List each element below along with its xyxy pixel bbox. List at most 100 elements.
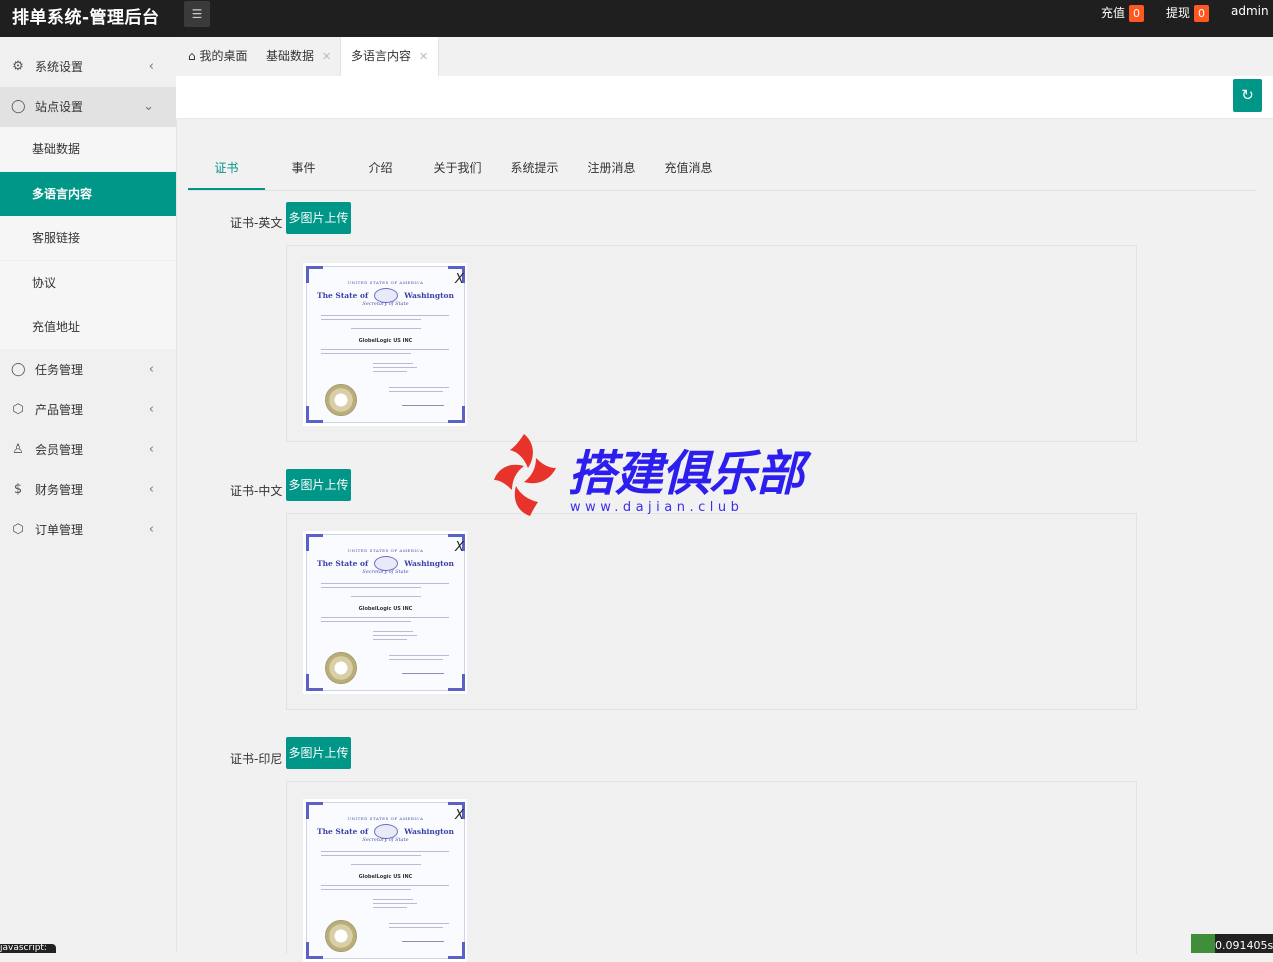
recharge-link[interactable]: 充值 0 — [1101, 4, 1144, 22]
refresh-button[interactable]: ↻ — [1233, 79, 1262, 112]
cert-top-line: UNITED STATES OF AMERICA — [307, 548, 464, 553]
close-icon[interactable]: ✕ — [322, 50, 331, 63]
tab-label: 基础数据 — [266, 49, 314, 63]
sidebar-subitem-recharge-address[interactable]: 充值地址 — [0, 305, 176, 349]
tab-system-notice[interactable]: 系统提示 — [496, 150, 573, 188]
cert-company: GlobelLogic US INC — [307, 606, 464, 612]
tab-basic-data[interactable]: 基础数据 ✕ — [256, 37, 341, 76]
page-timer: 0.091405s — [1191, 934, 1273, 953]
sidebar-item-finance[interactable]: $ 财务管理 ‹ — [0, 470, 176, 510]
sidebar-item-system-settings[interactable]: ⚙ 系统设置 ‹ — [0, 47, 176, 87]
cert-company: GlobelLogic US INC — [307, 338, 464, 344]
signature-icon — [402, 933, 444, 942]
watermark-brand: 搭建俱乐部 — [568, 434, 803, 504]
sidebar-item-site-settings[interactable]: ◯ 站点设置 ⌄ — [0, 87, 176, 127]
seal-icon — [325, 920, 357, 952]
tab-recharge-message[interactable]: 充值消息 — [650, 150, 727, 188]
dollar-icon: $ — [11, 470, 25, 510]
bell-icon: ◯ — [11, 87, 25, 127]
chevron-down-icon: ⌄ — [143, 87, 154, 127]
signature-icon — [402, 397, 444, 406]
cert-head-left: The State of — [317, 559, 368, 568]
tab-multilang[interactable]: 多语言内容 ✕ — [340, 37, 439, 76]
chevron-left-icon: ‹ — [149, 430, 154, 470]
cube-icon: ⬡ — [11, 390, 25, 430]
tab-introduction[interactable]: 介绍 — [342, 150, 419, 188]
sidebar-subitem-service-links[interactable]: 客服链接 — [0, 216, 176, 260]
tab-events[interactable]: 事件 — [265, 150, 342, 188]
sidebar-subitem-basic-data[interactable]: 基础数据 — [0, 127, 176, 171]
sidebar-item-label: 站点设置 — [35, 87, 83, 127]
sidebar-subitem-label: 基础数据 — [32, 127, 80, 171]
cert-sub-line: Secretary of State — [307, 569, 464, 575]
cert-head-right: Washington — [404, 291, 454, 300]
recharge-badge: 0 — [1129, 5, 1144, 22]
sidebar-item-label: 任务管理 — [35, 350, 83, 390]
certificate-document: UNITED STATES OF AMERICA The State of Wa… — [306, 534, 465, 691]
cert-top-line: UNITED STATES OF AMERICA — [307, 816, 464, 821]
chevron-left-icon: ‹ — [149, 390, 154, 430]
chevron-left-icon: ‹ — [149, 470, 154, 510]
section-label: 证书-中文 — [230, 482, 282, 499]
watermark-url: www.dajian.club — [570, 500, 743, 515]
tab-certificate[interactable]: 证书 — [188, 150, 265, 190]
cert-sub-line: Secretary of State — [307, 837, 464, 843]
multi-image-upload-button[interactable]: 多图片上传 — [286, 469, 351, 501]
toolbar: ↻ — [176, 76, 1273, 119]
tab-label: 多语言内容 — [351, 49, 411, 63]
seal-icon — [325, 652, 357, 684]
gear-icon: ⚙ — [11, 47, 25, 87]
withdraw-label: 提现 — [1166, 6, 1190, 20]
tab-about-us[interactable]: 关于我们 — [419, 150, 496, 188]
close-icon[interactable]: ✕ — [419, 50, 428, 63]
multi-image-upload-button[interactable]: 多图片上传 — [286, 737, 351, 769]
remove-image-button[interactable]: X — [455, 272, 464, 287]
sidebar-item-label: 产品管理 — [35, 390, 83, 430]
sidebar-subitem-label: 充值地址 — [32, 305, 80, 349]
upload-preview-area: UNITED STATES OF AMERICA The State of Wa… — [286, 513, 1137, 710]
cert-top-line: UNITED STATES OF AMERICA — [307, 280, 464, 285]
sidebar-subitem-agreement[interactable]: 协议 — [0, 261, 176, 305]
sidebar-item-label: 财务管理 — [35, 470, 83, 510]
cert-head-right: Washington — [404, 827, 454, 836]
withdraw-link[interactable]: 提现 0 — [1166, 4, 1209, 22]
cert-head-left: The State of — [317, 827, 368, 836]
content-tabs: 证书 事件 介绍 关于我们 系统提示 注册消息 充值消息 — [188, 150, 1256, 191]
upload-preview-area: UNITED STATES OF AMERICA The State of Wa… — [286, 245, 1137, 442]
sidebar: ⚙ 系统设置 ‹ ◯ 站点设置 ⌄ 基础数据 多语言内容 客服链接 协议 充值地… — [0, 37, 177, 953]
sidebar-subitem-multilang[interactable]: 多语言内容 — [0, 172, 176, 216]
menu-toggle-button[interactable]: ☰ — [184, 1, 210, 27]
cert-head-right: Washington — [404, 559, 454, 568]
javascript-status-tag: javascript: — [0, 944, 56, 953]
app-title: 排单系统-管理后台 — [12, 3, 160, 28]
remove-image-button[interactable]: X — [455, 808, 464, 823]
sidebar-item-tasks[interactable]: ◯ 任务管理 ‹ — [0, 350, 176, 390]
sidebar-item-products[interactable]: ⬡ 产品管理 ‹ — [0, 390, 176, 430]
remove-image-button[interactable]: X — [455, 540, 464, 555]
certificate-image: UNITED STATES OF AMERICA The State of Wa… — [303, 263, 467, 426]
watermark-logo-icon — [490, 428, 560, 520]
tab-my-desktop[interactable]: ⌂ 我的桌面 — [178, 37, 257, 76]
cert-sub-line: Secretary of State — [307, 301, 464, 307]
tab-register-message[interactable]: 注册消息 — [573, 150, 650, 188]
signature-icon — [402, 665, 444, 674]
sidebar-item-label: 系统设置 — [35, 47, 83, 87]
user-menu[interactable]: admin — [1231, 4, 1273, 18]
cube-icon: ⬡ — [11, 510, 25, 550]
sidebar-item-members[interactable]: ♙ 会员管理 ‹ — [0, 430, 176, 470]
certificate-image: UNITED STATES OF AMERICA The State of Wa… — [303, 799, 467, 962]
multi-image-upload-button[interactable]: 多图片上传 — [286, 202, 351, 234]
user-icon: ♙ — [11, 430, 25, 470]
sidebar-subitem-label: 协议 — [32, 261, 56, 305]
withdraw-badge: 0 — [1194, 5, 1209, 22]
page-tab-bar: ⌂ 我的桌面 基础数据 ✕ 多语言内容 ✕ — [176, 37, 1273, 76]
section-label: 证书-英文 — [230, 214, 282, 231]
list-icon: ☰ — [192, 7, 203, 21]
upload-preview-area: UNITED STATES OF AMERICA The State of Wa… — [286, 781, 1137, 954]
recharge-label: 充值 — [1101, 6, 1125, 20]
leaf-icon — [1191, 934, 1215, 953]
bell-icon: ◯ — [11, 350, 25, 390]
user-name: admin — [1231, 4, 1269, 18]
certificate-image: UNITED STATES OF AMERICA The State of Wa… — [303, 531, 467, 694]
sidebar-item-orders[interactable]: ⬡ 订单管理 ‹ — [0, 510, 176, 550]
